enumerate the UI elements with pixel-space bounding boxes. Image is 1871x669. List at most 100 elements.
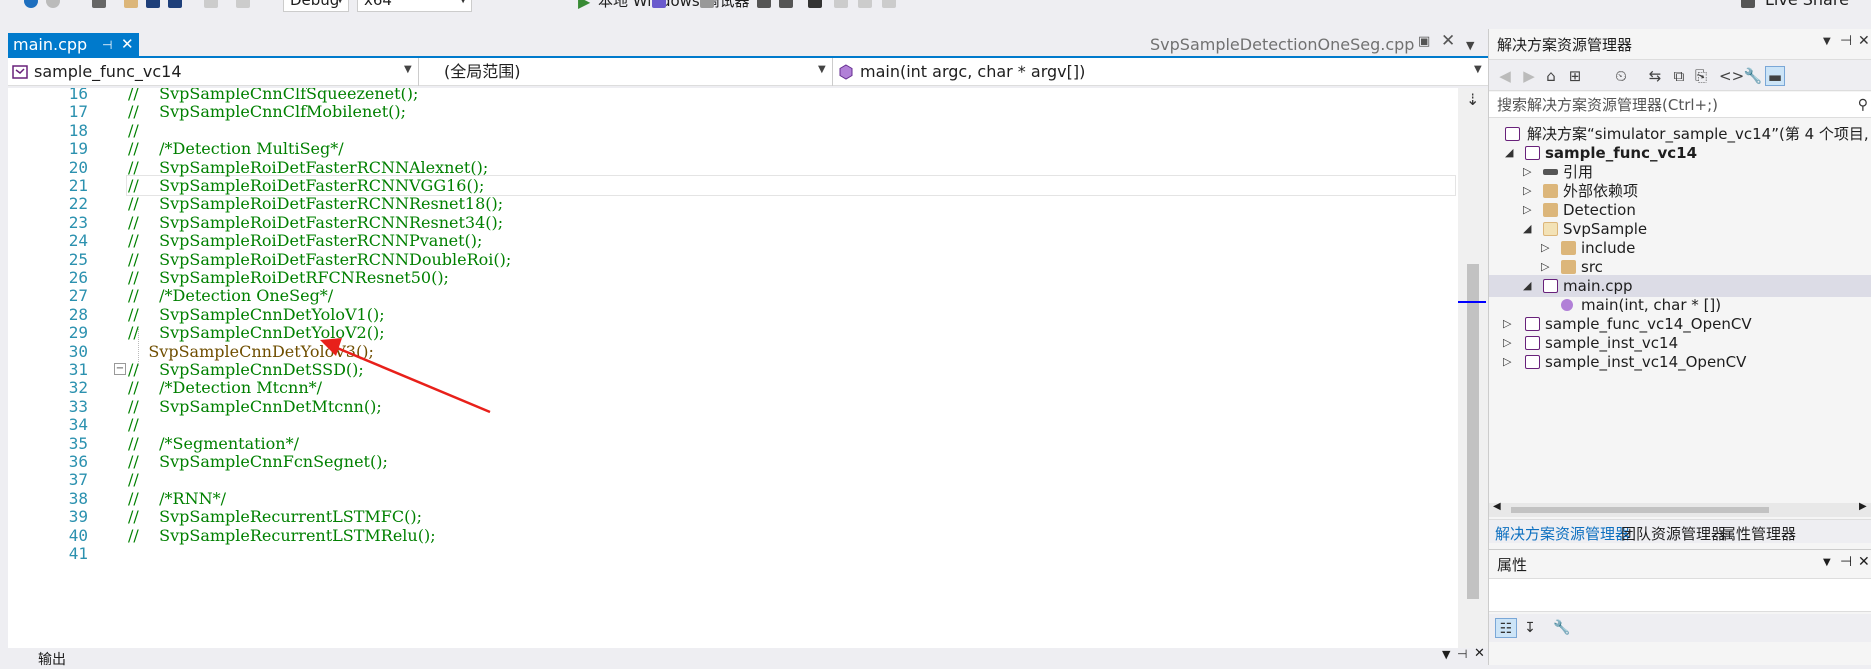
live-share-button[interactable]: Live Share (1765, 0, 1849, 9)
solution-search-input[interactable]: 搜索解决方案资源管理器(Ctrl+;) ⚲ (1489, 92, 1871, 118)
code-line[interactable]: // (128, 470, 139, 489)
pending-changes-icon[interactable]: ⏲ (1611, 66, 1631, 86)
code-line[interactable]: // SvpSampleCnnClfSqueezenet(); (128, 88, 418, 103)
pin-icon[interactable]: ▣ (1418, 34, 1430, 49)
screenshot-icon[interactable] (700, 0, 714, 8)
scrollbar-caret-marker (1458, 301, 1486, 303)
code-line[interactable]: // SvpSampleCnnClfMobilenet(); (128, 102, 406, 121)
chevron-down-icon[interactable]: ▼ (1823, 557, 1831, 568)
indent-icon[interactable] (779, 0, 793, 8)
code-line[interactable]: // /*Detection MultiSeg*/ (128, 139, 344, 158)
new-item-icon[interactable] (92, 0, 106, 8)
bookmark-prev-icon[interactable] (834, 0, 848, 8)
tab-solution-explorer[interactable]: 解决方案资源管理器 (1495, 523, 1630, 544)
forward-icon[interactable]: ▶ (1519, 66, 1539, 86)
home-icon[interactable]: ⌂ (1541, 66, 1561, 86)
sync-icon[interactable]: ⇆ (1645, 66, 1665, 86)
close-icon[interactable]: ✕ (1858, 554, 1870, 570)
chevron-down-icon[interactable]: ▼ (1442, 648, 1450, 661)
scroll-left-icon[interactable]: ◀ (1493, 501, 1501, 512)
pin-icon[interactable]: ⊣ (1840, 554, 1852, 570)
chevron-down-icon[interactable]: ▼ (1823, 36, 1831, 47)
back-icon[interactable]: ◀ (1495, 66, 1515, 86)
save-all-icon[interactable] (168, 0, 182, 8)
code-line[interactable]: // (128, 121, 139, 140)
tab-property-manager[interactable]: 属性管理器 (1721, 523, 1796, 544)
code-line[interactable]: // SvpSampleRoiDetFasterRCNNVGG16(); (128, 176, 484, 195)
open-folder-icon[interactable] (124, 0, 138, 8)
line-number: 28 (68, 304, 88, 324)
collapsed-icon[interactable]: ▷ (1503, 351, 1511, 373)
code-line[interactable]: // /*Segmentation*/ (128, 434, 299, 453)
search-icon[interactable]: ⚲ (1858, 92, 1868, 118)
tab-team-explorer[interactable]: 团队资源管理器 (1621, 523, 1726, 544)
tree-item-project-inst-opencv[interactable]: ▷ sample_inst_vc14_OpenCV (1489, 351, 1871, 373)
properties-object-select[interactable] (1489, 578, 1871, 612)
code-line[interactable]: // SvpSampleRoiDetFasterRCNNResnet34(); (128, 213, 503, 232)
navigate-forward-icon[interactable] (46, 0, 60, 8)
save-icon[interactable] (146, 0, 160, 8)
code-line[interactable]: // /*Detection Mtcnn*/ (128, 378, 322, 397)
code-line[interactable]: // SvpSampleRoiDetFasterRCNNPvanet(); (128, 231, 482, 250)
scope-dropdown[interactable]: (全局范围) (444, 60, 521, 84)
solution-horizontal-scrollbar[interactable]: ◀ ▶ (1489, 501, 1871, 517)
play-icon[interactable]: ▶ (578, 0, 590, 11)
scroll-right-icon[interactable]: ▶ (1859, 501, 1867, 512)
navigate-back-icon[interactable] (24, 0, 38, 8)
bookmark-clear-icon[interactable] (882, 0, 896, 8)
configuration-select[interactable]: Debug ▼ (283, 0, 349, 12)
properties-wrench-icon[interactable]: 🔧 (1743, 66, 1763, 86)
property-pages-icon[interactable]: 🔧 (1551, 618, 1573, 638)
close-icon[interactable]: ✕ (1858, 33, 1870, 49)
code-line[interactable]: // SvpSampleRecurrentLSTMRelu(); (128, 526, 436, 545)
chevron-down-icon[interactable]: ▼ (404, 64, 412, 75)
alphabetical-icon[interactable]: ↧ (1519, 618, 1541, 638)
code-line[interactable]: // SvpSampleCnnFcnSegnet(); (128, 452, 388, 471)
tab-detection-oneseg[interactable]: SvpSampleDetectionOneSeg.cpp (1150, 33, 1414, 57)
collapse-all-icon[interactable]: ⧉ (1669, 66, 1689, 86)
pin-icon[interactable]: ⊣ (1840, 33, 1852, 49)
outdent-icon[interactable] (757, 0, 771, 8)
chevron-down-icon[interactable]: ▼ (1466, 39, 1474, 52)
platform-select[interactable]: x64 ▼ (357, 0, 472, 12)
code-line[interactable]: // SvpSampleRoiDetFasterRCNNAlexnet(); (128, 158, 488, 177)
code-line[interactable]: // SvpSampleRoiDetFasterRCNNDoubleRoi(); (128, 250, 511, 269)
collapse-toggle-icon[interactable]: − (114, 363, 126, 375)
split-icon[interactable]: ⇣ (1466, 90, 1479, 109)
view-code-icon[interactable]: <> (1719, 66, 1744, 86)
code-line[interactable]: // /*Detection OneSeg*/ (128, 286, 333, 305)
undo-icon[interactable] (204, 0, 218, 8)
pin-icon[interactable]: ⊣ (1457, 647, 1467, 661)
chevron-down-icon: ▼ (336, 0, 344, 13)
pin-icon[interactable]: ⊣ (102, 33, 112, 57)
code-editor[interactable]: 16 17 18 19 20 21 22 23 24 25 26 27 28 29 30 31 32 33 34 35… (8, 88, 1458, 648)
chevron-down-icon[interactable]: ▼ (818, 64, 826, 75)
tab-main-cpp[interactable]: main.cpp ⊣ ✕ (8, 33, 139, 57)
live-share-icon[interactable] (1741, 0, 1755, 8)
show-all-files-icon[interactable]: ⎘ (1691, 66, 1711, 86)
scrollbar-thumb[interactable] (1511, 507, 1769, 513)
project-dropdown[interactable]: sample_func_vc14 (34, 60, 182, 84)
member-dropdown[interactable]: main(int argc, char * argv[]) (860, 60, 1085, 84)
line-number: 39 (68, 507, 88, 527)
scrollbar-thumb[interactable] (1467, 264, 1479, 599)
redo-icon[interactable] (236, 0, 250, 8)
code-line[interactable]: // (128, 415, 139, 434)
close-icon[interactable]: ✕ (1474, 646, 1485, 661)
categorized-icon[interactable]: ☷ (1495, 618, 1517, 638)
switch-views-icon[interactable]: ⊞ (1565, 66, 1585, 86)
chevron-down-icon[interactable]: ▼ (1474, 64, 1482, 75)
bookmark-next-icon[interactable] (858, 0, 872, 8)
find-icon[interactable] (652, 0, 666, 8)
code-line[interactable]: // /*RNN*/ (128, 489, 226, 508)
close-icon[interactable]: ✕ (121, 32, 134, 56)
code-line[interactable]: // SvpSampleRecurrentLSTMFC(); (128, 507, 422, 526)
bookmark-icon[interactable] (808, 0, 822, 8)
run-debugger-button[interactable]: 本地 Windows 调试器 (598, 0, 750, 11)
code-line[interactable]: // SvpSampleRoiDetRFCNResnet50(); (128, 268, 449, 287)
close-icon[interactable]: ✕ (1441, 31, 1455, 51)
preview-selected-icon[interactable]: ▬ (1765, 66, 1785, 86)
code-line[interactable]: // SvpSampleRoiDetFasterRCNNResnet18(); (128, 194, 503, 213)
code-line[interactable]: // SvpSampleCnnDetYoloV1(); (128, 305, 385, 324)
editor-vertical-scrollbar[interactable]: ⇣ (1458, 88, 1488, 648)
